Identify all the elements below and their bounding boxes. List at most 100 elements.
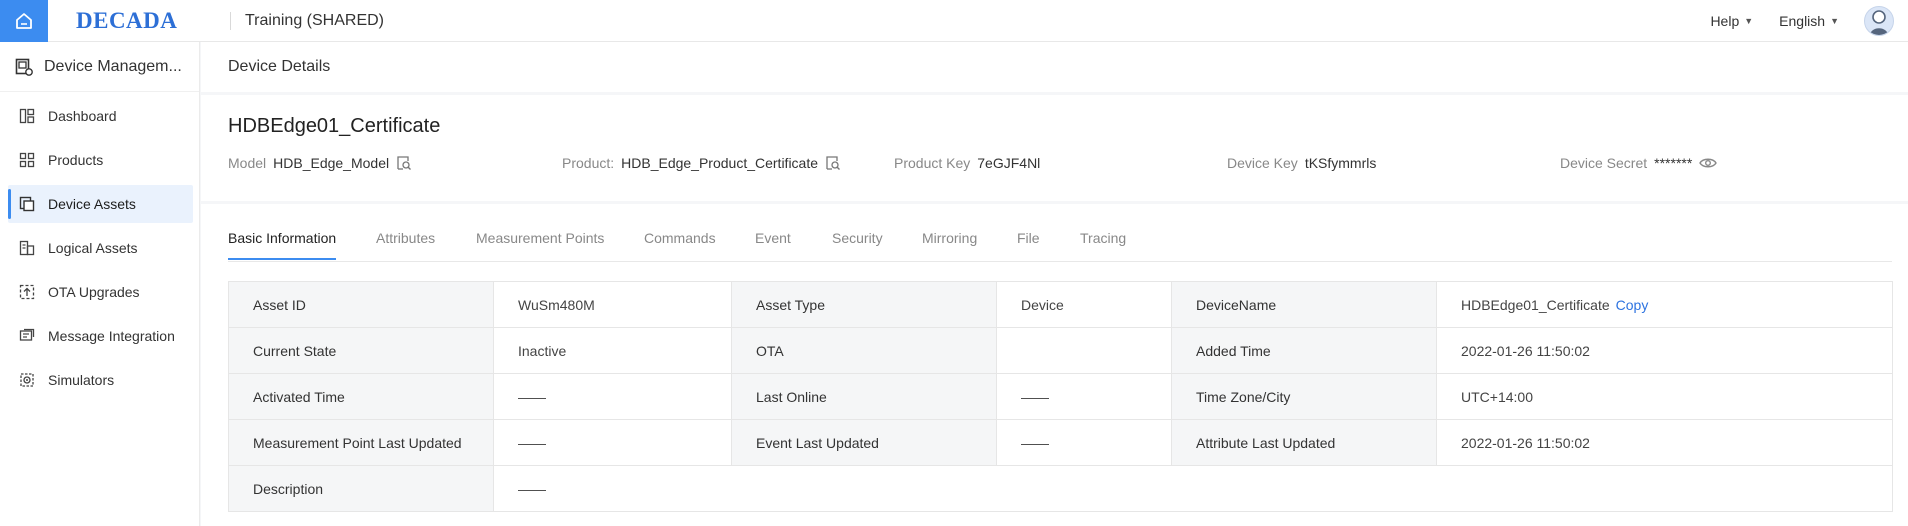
table-row: Current State Inactive OTA Added Time 20… — [228, 327, 1893, 374]
help-label: Help — [1710, 13, 1740, 29]
reveal-secret-button[interactable] — [1699, 156, 1718, 170]
measurement-point-updated-value: —— — [493, 419, 732, 466]
tab-file[interactable]: File — [1017, 230, 1040, 246]
sidebar-item-dashboard[interactable]: Dashboard — [8, 97, 193, 135]
asset-type-value: Device — [996, 281, 1172, 328]
tab-event[interactable]: Event — [755, 230, 791, 246]
tab-commands[interactable]: Commands — [644, 230, 716, 246]
measurement-point-updated-label: Measurement Point Last Updated — [228, 419, 494, 466]
divider — [230, 11, 231, 30]
added-time-value: 2022-01-26 11:50:02 — [1436, 327, 1893, 374]
device-assets-icon — [19, 196, 35, 212]
device-key-label: Device Key — [1227, 155, 1298, 171]
product-label: Product: — [562, 155, 615, 171]
decada-logo[interactable]: DECADA — [76, 8, 204, 34]
description-value: —— — [493, 465, 1893, 512]
activated-time-value: —— — [493, 373, 732, 420]
model-value: HDB_Edge_Model — [273, 155, 390, 171]
details-panel: Basic Information Attributes Measurement… — [201, 204, 1908, 526]
ota-upgrades-icon — [19, 284, 35, 300]
model-label: Model — [228, 155, 267, 171]
device-summary: HDBEdge01_Certificate Model HDB_Edge_Mod… — [201, 95, 1908, 201]
tab-mirroring[interactable]: Mirroring — [922, 230, 977, 246]
current-state-value: Inactive — [493, 327, 732, 374]
sidebar-item-device-assets[interactable]: Device Assets — [8, 185, 193, 223]
message-integration-icon — [19, 328, 35, 341]
table-row: Activated Time —— Last Online —— Time Zo… — [228, 373, 1893, 420]
home-icon — [16, 12, 32, 29]
sidebar-item-label: Simulators — [48, 372, 115, 388]
sidebar-item-logical-assets[interactable]: Logical Assets — [8, 229, 193, 267]
sidebar-header[interactable]: Device Managem... — [0, 42, 199, 92]
sidebar: Device Managem... Dashboard Products Dev… — [0, 42, 200, 526]
language-menu[interactable]: English ▼ — [1779, 13, 1839, 29]
view-model-button[interactable] — [396, 155, 412, 171]
language-label: English — [1779, 13, 1826, 29]
sidebar-item-message-integration[interactable]: Message Integration — [8, 317, 193, 355]
eye-icon — [1699, 158, 1718, 168]
view-product-button[interactable] — [825, 155, 841, 171]
sidebar-item-simulators[interactable]: Simulators — [8, 361, 193, 399]
caret-down-icon: ▼ — [1744, 16, 1754, 26]
sidebar-item-products[interactable]: Products — [8, 141, 193, 179]
help-menu[interactable]: Help ▼ — [1710, 13, 1753, 29]
time-zone-value: UTC+14:00 — [1436, 373, 1893, 420]
tab-basic-information[interactable]: Basic Information — [228, 230, 337, 260]
product-key-value: 7eGJF4Nl — [977, 155, 1041, 171]
model-field: Model HDB_Edge_Model — [228, 155, 412, 171]
event-updated-label: Event Last Updated — [731, 419, 997, 466]
dashboard-icon — [19, 108, 35, 124]
home-button[interactable] — [0, 0, 48, 42]
device-management-icon — [15, 58, 33, 76]
asset-id-label: Asset ID — [228, 281, 494, 328]
table-row: Asset ID WuSm480M Asset Type Device Devi… — [228, 281, 1893, 328]
tab-tracing[interactable]: Tracing — [1080, 230, 1126, 246]
ota-label: OTA — [731, 327, 997, 374]
workspace-name: Training (SHARED) — [245, 11, 384, 29]
sidebar-item-label: Message Integration — [48, 328, 175, 344]
device-key-field: Device Key tKSfymmrls — [1227, 155, 1376, 171]
device-secret-value: ******* — [1654, 155, 1693, 171]
device-secret-field: Device Secret ******* — [1560, 155, 1718, 171]
basic-info-table: Asset ID WuSm480M Asset Type Device Devi… — [228, 281, 1893, 512]
sidebar-item-ota-upgrades[interactable]: OTA Upgrades — [8, 273, 193, 311]
asset-id-value: WuSm480M — [493, 281, 732, 328]
table-row: Measurement Point Last Updated —— Event … — [228, 419, 1893, 466]
product-key-label: Product Key — [894, 155, 971, 171]
page-title: Device Details — [201, 42, 1908, 92]
copy-button[interactable]: Copy — [1616, 297, 1649, 313]
tab-measurement-points[interactable]: Measurement Points — [476, 230, 604, 246]
device-key-value: tKSfymmrls — [1304, 155, 1377, 171]
tab-bar: Basic Information Attributes Measurement… — [228, 204, 1892, 262]
products-icon — [19, 152, 35, 168]
added-time-label: Added Time — [1171, 327, 1437, 374]
search-doc-icon — [397, 156, 412, 170]
description-label: Description — [228, 465, 494, 512]
device-name-cell: HDBEdge01_Certificate Copy — [1436, 281, 1893, 328]
device-secret-label: Device Secret — [1560, 155, 1648, 171]
sidebar-item-label: Dashboard — [48, 108, 117, 124]
simulators-icon — [20, 373, 34, 387]
sidebar-item-label: OTA Upgrades — [48, 284, 140, 300]
ota-value — [996, 327, 1172, 374]
tab-attributes[interactable]: Attributes — [376, 230, 435, 246]
device-name: HDBEdge01_Certificate — [228, 115, 441, 137]
page-title-text: Device Details — [228, 58, 331, 75]
table-row: Description —— — [228, 465, 1893, 512]
sidebar-title: Device Managem... — [44, 57, 182, 75]
product-value: HDB_Edge_Product_Certificate — [621, 155, 819, 171]
user-icon — [1870, 10, 1888, 35]
time-zone-label: Time Zone/City — [1171, 373, 1437, 420]
caret-down-icon: ▼ — [1830, 16, 1839, 26]
tab-security[interactable]: Security — [832, 230, 883, 246]
last-online-value: —— — [996, 373, 1172, 420]
attribute-updated-value: 2022-01-26 11:50:02 — [1436, 419, 1893, 466]
sidebar-item-label: Device Assets — [48, 196, 136, 212]
product-key-field: Product Key 7eGJF4Nl — [894, 155, 1040, 171]
asset-type-label: Asset Type — [731, 281, 997, 328]
logical-assets-icon — [19, 240, 35, 256]
sidebar-item-label: Logical Assets — [48, 240, 138, 256]
activated-time-label: Activated Time — [228, 373, 494, 420]
event-updated-value: —— — [996, 419, 1172, 466]
avatar[interactable] — [1864, 6, 1894, 36]
